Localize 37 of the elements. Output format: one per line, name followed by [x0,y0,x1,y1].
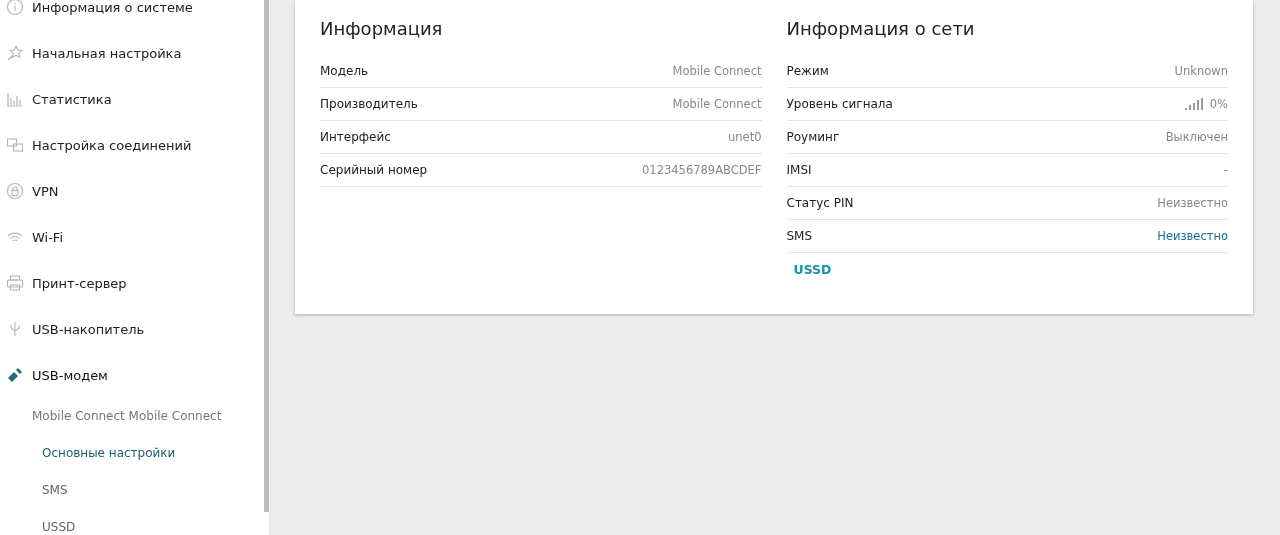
row-label: Роуминг [786,130,840,144]
submenu-item[interactable]: Основные настройки [0,435,264,472]
row-label: Модель [320,64,369,78]
row-value: 0123456789ABCDEF [642,163,762,177]
panel-title: Информация о сети [786,18,976,41]
row-label: Производитель [320,97,418,111]
sidebar-item[interactable]: Принт-сервер [0,260,264,306]
sidebar-item[interactable]: VPN [0,168,264,214]
row-label: IMSI [786,163,812,177]
row-value: Mobile Connect [672,97,762,111]
row-value-link[interactable]: Неизвестно [1157,229,1228,243]
row-label: Серийный номер [320,163,428,177]
sidebar-item[interactable]: Статистика [0,76,264,122]
row-value: 0% [1209,97,1228,111]
row-value: Unknown [1174,64,1228,78]
row-value: unet0 [728,130,762,144]
row-label: Режим [786,64,829,78]
sidebar-item[interactable]: Wi-Fi [0,214,264,260]
sidebar-item[interactable]: USB-модем [0,352,264,398]
submenu-group-title[interactable]: Mobile Connect Mobile Connect [0,398,264,435]
panel-title: Информация [320,18,444,41]
row-label: Интерфейс [320,130,391,144]
row-value: - [1223,163,1228,177]
row-value: Неизвестно [1157,196,1228,210]
row-label: Уровень сигнала [786,97,893,111]
submenu-item[interactable]: SMS [0,472,264,509]
sidebar-item[interactable]: Начальная настройка [0,30,264,76]
row-label: SMS [786,229,813,243]
row-label: Статус PIN [786,196,854,210]
sidebar-item[interactable]: Настройка соединений [0,122,264,168]
ussd-link[interactable]: USSD [793,262,832,277]
scrollbar[interactable] [264,0,269,512]
submenu-item[interactable]: USSD [0,509,264,535]
row-value: Mobile Connect [672,64,762,78]
row-value: Выключен [1165,130,1228,144]
sidebar-item[interactable]: Информация о системе [0,0,264,30]
sidebar-item[interactable]: USB-накопитель [0,306,264,352]
